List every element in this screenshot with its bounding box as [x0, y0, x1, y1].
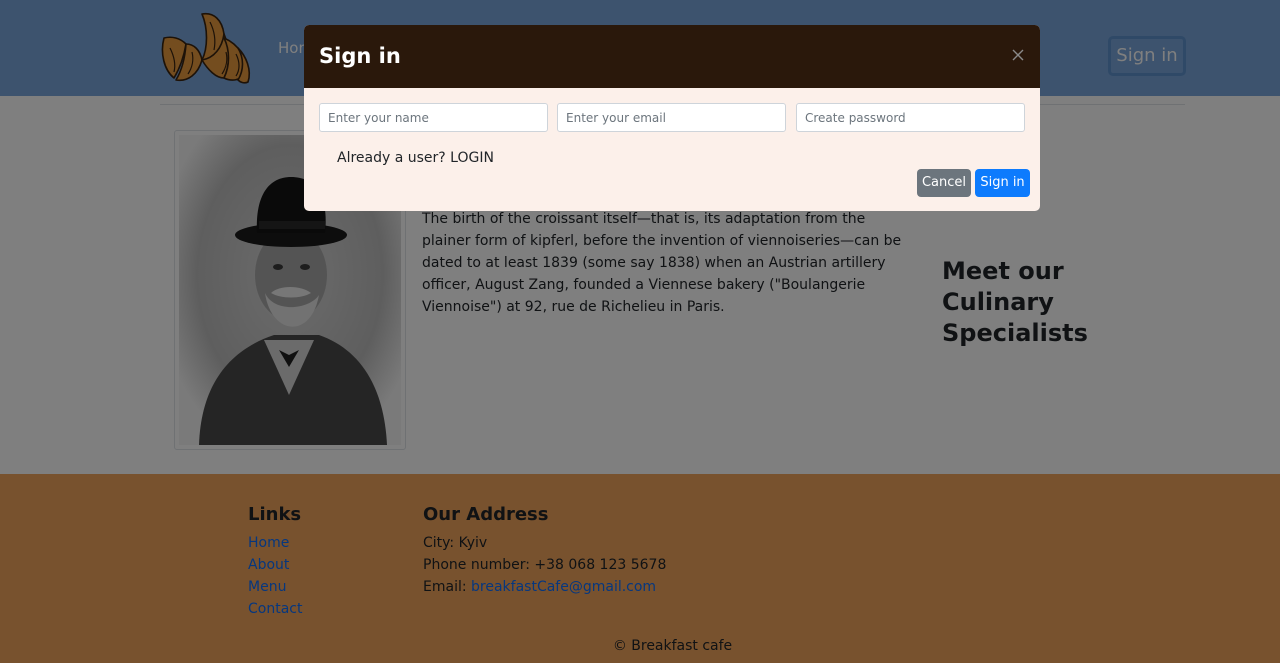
modal-header: Sign in	[304, 25, 1040, 88]
close-icon[interactable]	[1008, 45, 1028, 65]
modal-body: Already a user? LOGIN Cancel Sign in	[304, 88, 1040, 211]
password-input[interactable]	[796, 103, 1025, 132]
cancel-button[interactable]: Cancel	[917, 169, 971, 197]
modal-title: Sign in	[319, 44, 401, 68]
email-input[interactable]	[557, 103, 786, 132]
name-input[interactable]	[319, 103, 548, 132]
login-link[interactable]: Already a user? LOGIN	[337, 150, 494, 166]
signin-modal: Sign in Already a user? LOGIN Cancel Sig…	[304, 25, 1040, 211]
signin-submit-button[interactable]: Sign in	[975, 169, 1030, 197]
